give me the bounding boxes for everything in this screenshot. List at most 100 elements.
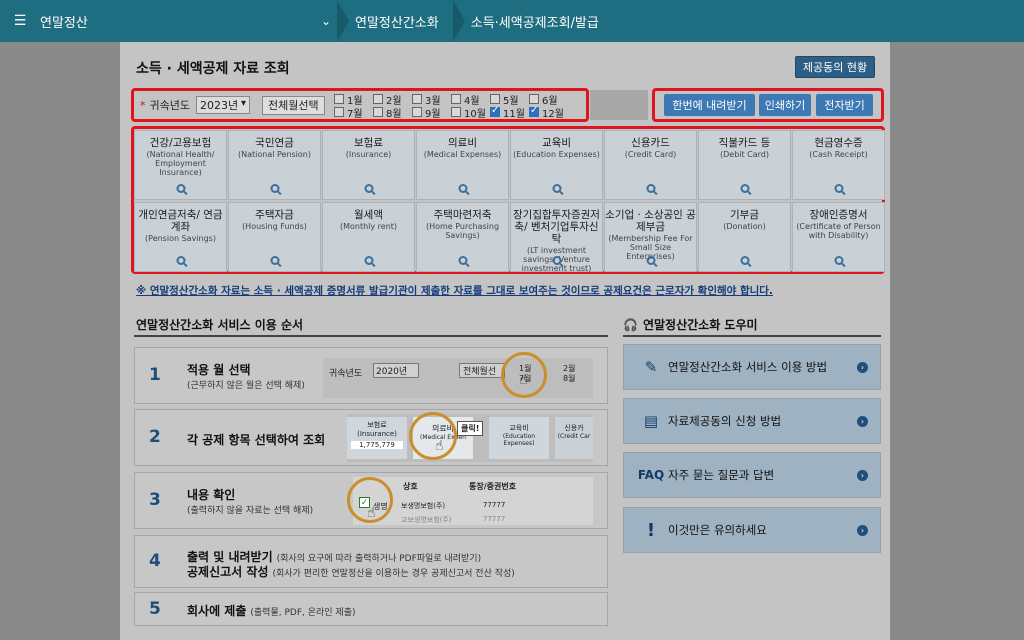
step-1: 1 적용 월 선택 (근무하지 않은 월은 선택 해제) 귀속년도 2020년 … xyxy=(134,347,608,404)
category-label: 국민연금 xyxy=(255,137,294,149)
step-5: 5 회사에 제출 (출력물, PDF, 온라인 제출) xyxy=(134,592,608,626)
search-icon[interactable] xyxy=(834,256,843,265)
month-option[interactable]: 6월 xyxy=(529,93,568,107)
search-icon[interactable] xyxy=(458,256,467,265)
breadcrumb-item-2[interactable]: 소득·세액공제조회/발급 xyxy=(469,12,613,31)
category-label-en: (Pension Savings) xyxy=(145,234,216,243)
help-item-consent-guide[interactable]: ▤ 자료제공동의 신청 방법 › xyxy=(623,398,881,444)
checkbox[interactable] xyxy=(334,94,344,104)
category-home-purchasing-savings[interactable]: 주택마련저축 (Home Purchasing Savings) xyxy=(416,202,509,272)
print-button[interactable]: 인쇄하기 xyxy=(759,94,811,116)
illus-category-value: 1,775,779 xyxy=(351,441,403,449)
illus-year-label: 귀속년도 xyxy=(329,369,363,379)
category-disability-certificate[interactable]: 장애인증명서 (Certificate of Person with Disabi… xyxy=(792,202,885,272)
breadcrumb-item-1[interactable]: 연말정산간소화 xyxy=(353,12,453,31)
category-health-employment-insurance[interactable]: 건강/고용보험 (National Health/ Employment Insu… xyxy=(134,130,227,200)
exclamation-icon: ! xyxy=(646,519,656,541)
required-mark: * xyxy=(140,98,146,112)
step-2: 2 각 공제 항목 선택하여 조회 보험료 (Insurance) 1,775,77… xyxy=(134,409,608,466)
category-credit-card[interactable]: 신용카드 (Credit Card) xyxy=(604,130,697,200)
section-divider xyxy=(134,335,608,337)
illus-category-card: 교육비 (Education Expenses) xyxy=(489,417,549,459)
month-option[interactable]: 7월 xyxy=(334,106,373,120)
checkbox[interactable] xyxy=(412,94,422,104)
help-item-service-guide[interactable]: ✎ 연말정산간소화 서비스 이용 방법 › xyxy=(623,344,881,390)
step-number: 5 xyxy=(149,599,161,619)
download-all-button[interactable]: 한번에 내려받기 xyxy=(664,94,755,116)
category-label-en: (Insurance) xyxy=(345,150,392,159)
hamburger-menu-icon[interactable]: ☰ xyxy=(0,13,40,29)
chevron-down-icon[interactable]: ⌄ xyxy=(315,14,337,28)
search-icon[interactable] xyxy=(364,256,373,265)
search-icon[interactable] xyxy=(552,256,561,265)
checkbox[interactable] xyxy=(412,107,422,117)
checkbox[interactable] xyxy=(451,107,461,117)
search-icon[interactable] xyxy=(740,256,749,265)
search-icon[interactable] xyxy=(740,184,749,193)
search-icon[interactable] xyxy=(176,256,185,265)
category-medical-expenses[interactable]: 의료비 (Medical Expenses) xyxy=(416,130,509,200)
search-icon[interactable] xyxy=(834,184,843,193)
month-label: 9월 xyxy=(425,108,441,120)
help-item-cautions[interactable]: ! 이것만은 유의하세요 › xyxy=(623,507,881,553)
month-option[interactable]: 11월 xyxy=(490,105,529,120)
step-title: 회사에 제출 (출력물, PDF, 온라인 제출) xyxy=(187,602,356,619)
category-pension-savings[interactable]: 개인연금저축/ 연금계좌 (Pension Savings) xyxy=(134,202,227,272)
help-item-label: 자주 묻는 질문과 답변 xyxy=(668,468,775,482)
faq-icon: FAQ xyxy=(637,468,665,482)
checkbox[interactable] xyxy=(373,94,383,104)
category-insurance[interactable]: 보험료 (Insurance) xyxy=(322,130,415,200)
category-label: 교육비 xyxy=(542,137,571,149)
month-option[interactable]: 9월 xyxy=(412,106,451,120)
notice-link[interactable]: ※ 연말정산간소화 자료는 소득 · 세액공제 증명서류 발급기관이 제출한 자… xyxy=(136,283,773,298)
month-option[interactable]: 12월 xyxy=(529,105,568,120)
checkbox[interactable] xyxy=(373,107,383,117)
category-lt-investment-savings[interactable]: 장기집합투자증권저축/ 벤처기업투자신탁 (LT investment savin… xyxy=(510,202,603,273)
month-option[interactable]: 4월 xyxy=(451,93,490,107)
month-label: 8월 xyxy=(386,108,402,120)
illus-select-all: 전체월선 xyxy=(459,363,505,378)
category-small-enterprise-fee[interactable]: 소기업 · 소상공인 공제부금 (Membership Fee For Small… xyxy=(604,202,697,272)
category-donation[interactable]: 기부금 (Donation) xyxy=(698,202,791,272)
category-monthly-rent[interactable]: 월세액 (Monthly rent) xyxy=(322,202,415,272)
search-icon[interactable] xyxy=(270,184,279,193)
checkbox[interactable] xyxy=(334,107,344,117)
month-option[interactable]: 8월 xyxy=(373,106,412,120)
month-option[interactable]: 1월 xyxy=(334,93,373,107)
category-debit-card[interactable]: 직불카드 등 (Debit Card) xyxy=(698,130,791,200)
top-nav: ☰ 연말정산 ⌄ 연말정산간소화 소득·세액공제조회/발급 xyxy=(0,0,1024,42)
category-cash-receipt[interactable]: 현금영수증 (Cash Receipt) xyxy=(792,130,885,200)
help-item-faq[interactable]: FAQ 자주 묻는 질문과 답변 › xyxy=(623,452,881,498)
nav-menu-title[interactable]: 연말정산 xyxy=(40,12,315,31)
search-icon[interactable] xyxy=(458,184,467,193)
category-label: 보험료 xyxy=(354,137,383,149)
arrow-right-icon: › xyxy=(857,361,868,373)
select-all-months-button[interactable]: 전체월선택 xyxy=(261,95,325,115)
search-icon[interactable] xyxy=(364,184,373,193)
search-icon[interactable] xyxy=(552,184,561,193)
step-title-text: 회사에 제출 xyxy=(187,604,247,618)
search-icon[interactable] xyxy=(270,256,279,265)
checkbox[interactable] xyxy=(490,94,500,104)
category-label: 기부금 xyxy=(730,209,759,221)
illus-category-label: 교육비 xyxy=(509,424,529,432)
category-housing-funds[interactable]: 주택자금 (Housing Funds) xyxy=(228,202,321,272)
help-item-label: 이것만은 유의하세요 xyxy=(668,523,767,537)
category-national-pension[interactable]: 국민연금 (National Pension) xyxy=(228,130,321,200)
e-submit-button[interactable]: 전자받기 xyxy=(816,94,873,116)
checkbox[interactable] xyxy=(451,94,461,104)
month-option[interactable]: 3월 xyxy=(412,93,451,107)
search-icon[interactable] xyxy=(646,184,655,193)
month-option[interactable]: 2월 xyxy=(373,93,412,107)
year-select[interactable]: 2023년 xyxy=(195,96,250,114)
checkbox-checked[interactable] xyxy=(529,105,539,117)
consent-status-button[interactable]: 제공동의 현황 xyxy=(795,56,875,78)
category-label: 장기집합투자증권저축/ 벤처기업투자신탁 xyxy=(513,209,600,245)
checkbox-checked[interactable] xyxy=(490,105,500,117)
search-icon[interactable] xyxy=(176,184,185,193)
search-icon[interactable] xyxy=(646,256,655,265)
category-education-expenses[interactable]: 교육비 (Education Expenses) xyxy=(510,130,603,200)
month-option[interactable]: 5월 xyxy=(490,93,529,107)
month-option[interactable]: 10월 xyxy=(451,106,490,120)
checkbox[interactable] xyxy=(529,94,539,104)
